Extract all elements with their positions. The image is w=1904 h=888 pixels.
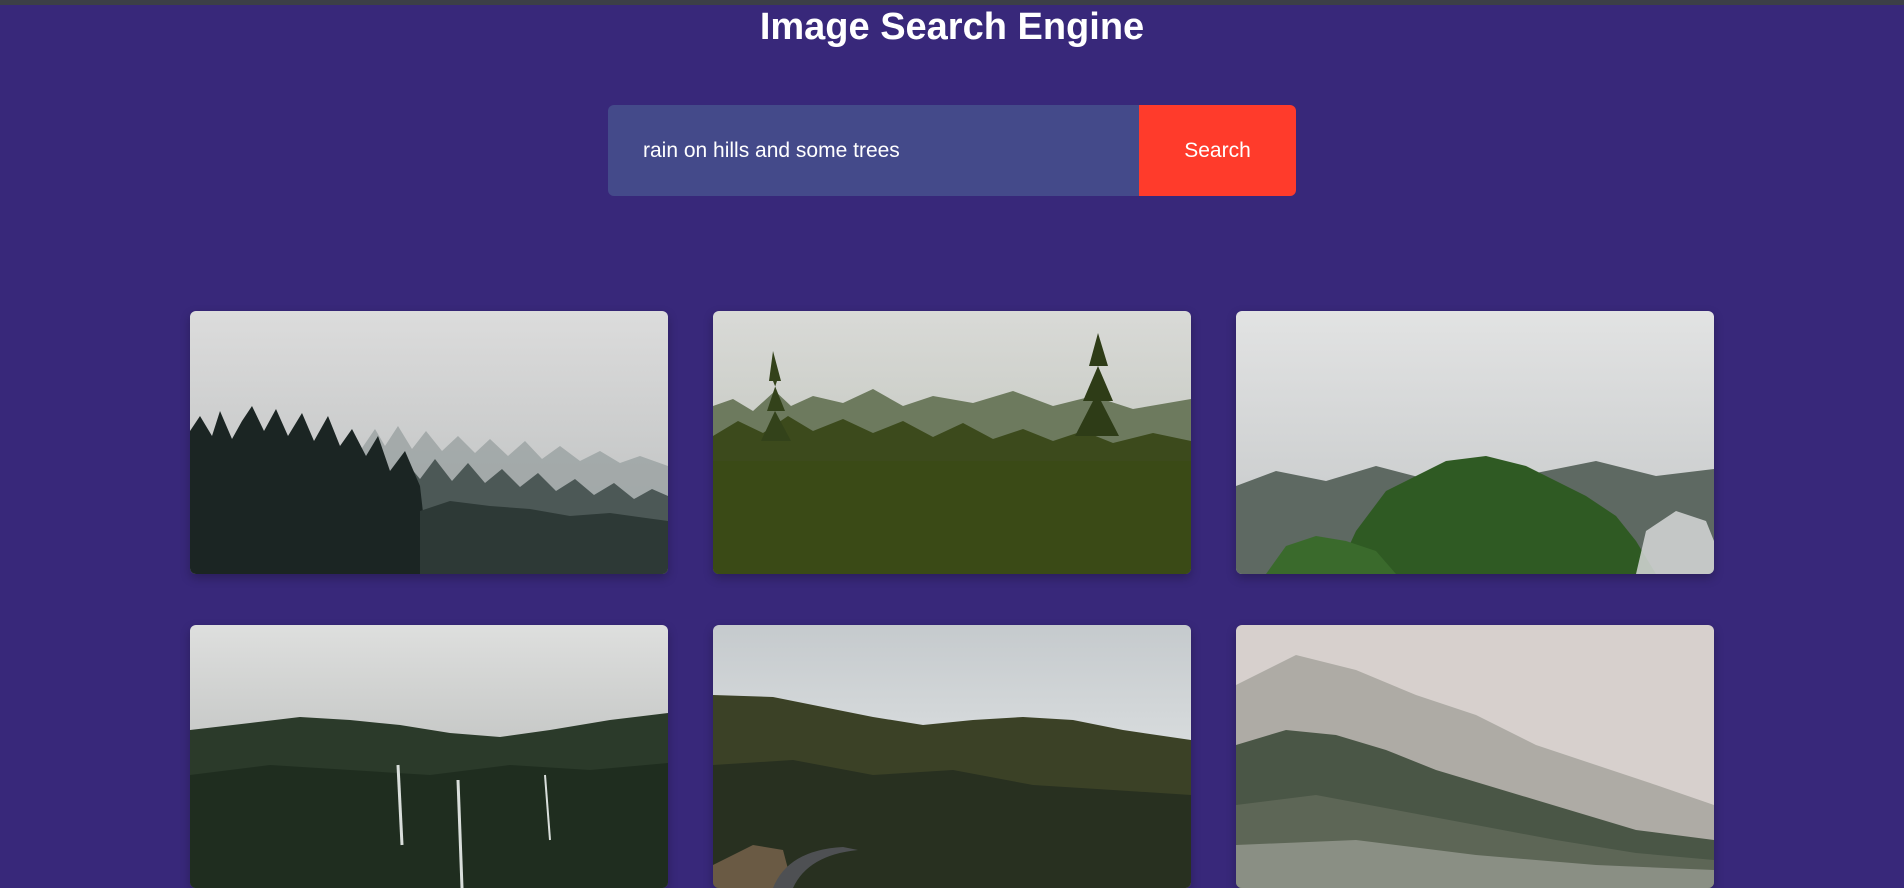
result-image (713, 625, 1191, 888)
result-image (190, 311, 668, 574)
search-input[interactable] (608, 105, 1139, 196)
result-image-card[interactable] (1236, 625, 1714, 888)
result-image-card[interactable] (190, 625, 668, 888)
result-image-card[interactable] (713, 311, 1191, 574)
result-image-card[interactable] (1236, 311, 1714, 574)
page-title: Image Search Engine (759, 6, 1145, 48)
search-button[interactable]: Search (1139, 105, 1296, 196)
result-image (1236, 625, 1714, 888)
result-image (190, 625, 668, 888)
result-image-card[interactable] (713, 625, 1191, 888)
search-form: Search (608, 105, 1296, 196)
result-image (1236, 311, 1714, 574)
result-image (713, 311, 1191, 574)
result-image-card[interactable] (190, 311, 668, 574)
